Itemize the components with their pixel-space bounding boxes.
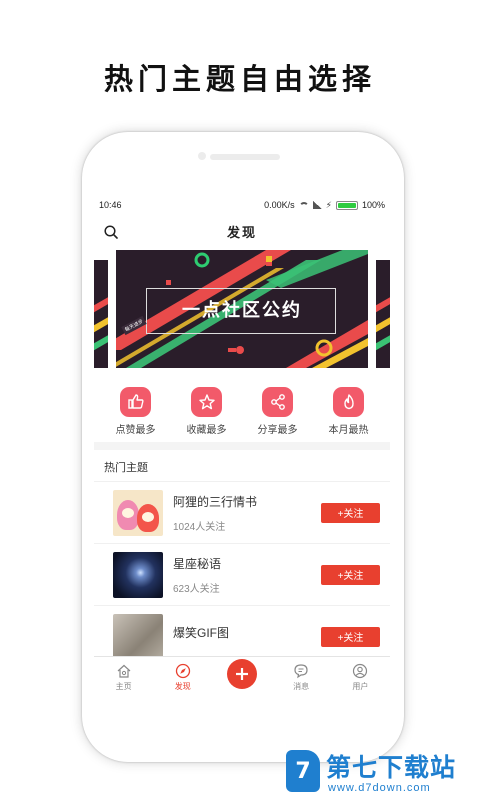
topic-info: 爆笑GIF图 xyxy=(173,624,321,649)
watermark-url: www.d7down.com xyxy=(328,782,431,794)
compass-icon xyxy=(175,663,190,679)
battery-level: 100% xyxy=(361,200,385,210)
tab-home[interactable]: 主页 xyxy=(99,663,149,692)
topic-info: 阿狸的三行情书 1024人关注 xyxy=(173,493,321,533)
action-most-liked[interactable]: 点赞最多 xyxy=(106,387,166,436)
tab-label: 主页 xyxy=(115,682,132,691)
chat-icon xyxy=(294,664,308,679)
share-icon xyxy=(262,387,293,417)
topic-thumbnail xyxy=(113,551,163,598)
follow-button[interactable]: +关注 xyxy=(321,502,380,523)
action-label: 收藏最多 xyxy=(186,425,227,436)
banner-next-peek[interactable] xyxy=(376,260,390,368)
section-title: 热门主题 xyxy=(94,450,390,482)
status-time: 10:46 xyxy=(99,200,122,210)
status-bar: 10:46 0.00K/s ⚡ 100% xyxy=(94,195,390,215)
topic-row[interactable]: 阿狸的三行情书 1024人关注 +关注 xyxy=(94,482,390,544)
action-label: 分享最多 xyxy=(257,425,298,436)
follow-button[interactable]: +关注 xyxy=(321,626,380,647)
search-icon[interactable] xyxy=(104,225,118,239)
thumbs-up-icon xyxy=(120,387,151,417)
page-title: 发现 xyxy=(226,225,257,240)
topic-thumbnail xyxy=(113,489,163,536)
network-speed: 0.00K/s xyxy=(264,200,295,210)
front-camera xyxy=(198,152,206,160)
tab-label: 消息 xyxy=(293,682,310,691)
topic-followers: 1024人关注 xyxy=(173,521,226,533)
topic-followers: 623人关注 xyxy=(173,583,220,595)
wifi-icon xyxy=(298,201,309,209)
tab-discover[interactable]: 发现 xyxy=(158,663,208,692)
tab-user[interactable]: 用户 xyxy=(335,663,385,692)
signal-icon xyxy=(312,201,322,209)
user-icon xyxy=(353,663,368,679)
home-icon xyxy=(117,664,130,678)
quick-actions: 点赞最多 收藏最多 分享最多 本月最热 xyxy=(94,376,390,436)
topic-thumbnail xyxy=(113,613,163,660)
topic-row[interactable]: 星座秘语 623人关注 +关注 xyxy=(94,544,390,606)
battery-icon xyxy=(335,200,358,210)
promo-headline: 热门主题自由选择 xyxy=(103,62,376,96)
topic-name: 阿狸的三行情书 xyxy=(173,494,258,509)
charging-icon: ⚡ xyxy=(325,199,332,210)
banner-prev-peek[interactable] xyxy=(94,260,108,368)
banner-carousel[interactable]: 一点社区公约 每天进步 xyxy=(94,250,390,376)
watermark-title: 第七下载站 xyxy=(326,753,457,782)
action-label: 本月最热 xyxy=(328,425,369,436)
action-most-shared[interactable]: 分享最多 xyxy=(248,387,308,436)
action-label: 点赞最多 xyxy=(115,425,156,436)
tab-messages[interactable]: 消息 xyxy=(276,663,326,692)
flame-icon xyxy=(333,387,364,417)
top-bar: 发现 xyxy=(94,215,390,248)
section-divider xyxy=(94,442,390,450)
topic-name: 爆笑GIF图 xyxy=(173,626,229,640)
action-hottest-month[interactable]: 本月最热 xyxy=(319,387,379,436)
tab-post[interactable] xyxy=(217,659,267,692)
action-most-saved[interactable]: 收藏最多 xyxy=(177,387,237,436)
phone-speaker xyxy=(210,154,280,160)
tab-label: 用户 xyxy=(352,682,369,691)
app-screen: 10:46 0.00K/s ⚡ 100% 发现 一点社区公约 每天进步 点赞最多… xyxy=(94,195,390,695)
topic-name: 星座秘语 xyxy=(173,556,222,571)
topic-info: 星座秘语 623人关注 xyxy=(173,555,321,595)
status-indicators: 0.00K/s ⚡ 100% xyxy=(264,200,385,211)
banner-slide[interactable]: 一点社区公约 每天进步 xyxy=(116,250,368,368)
star-icon xyxy=(191,387,222,417)
watermark-logo: 7 xyxy=(286,750,320,792)
banner-title: 一点社区公约 xyxy=(182,300,302,320)
bottom-tab-bar: 主页 发现 消息 用户 xyxy=(94,656,390,695)
plus-icon xyxy=(226,659,257,689)
site-watermark: 7 第七下载站 www.d7down.com xyxy=(282,748,480,800)
tab-label: 发现 xyxy=(174,682,191,691)
follow-button[interactable]: +关注 xyxy=(321,564,380,585)
